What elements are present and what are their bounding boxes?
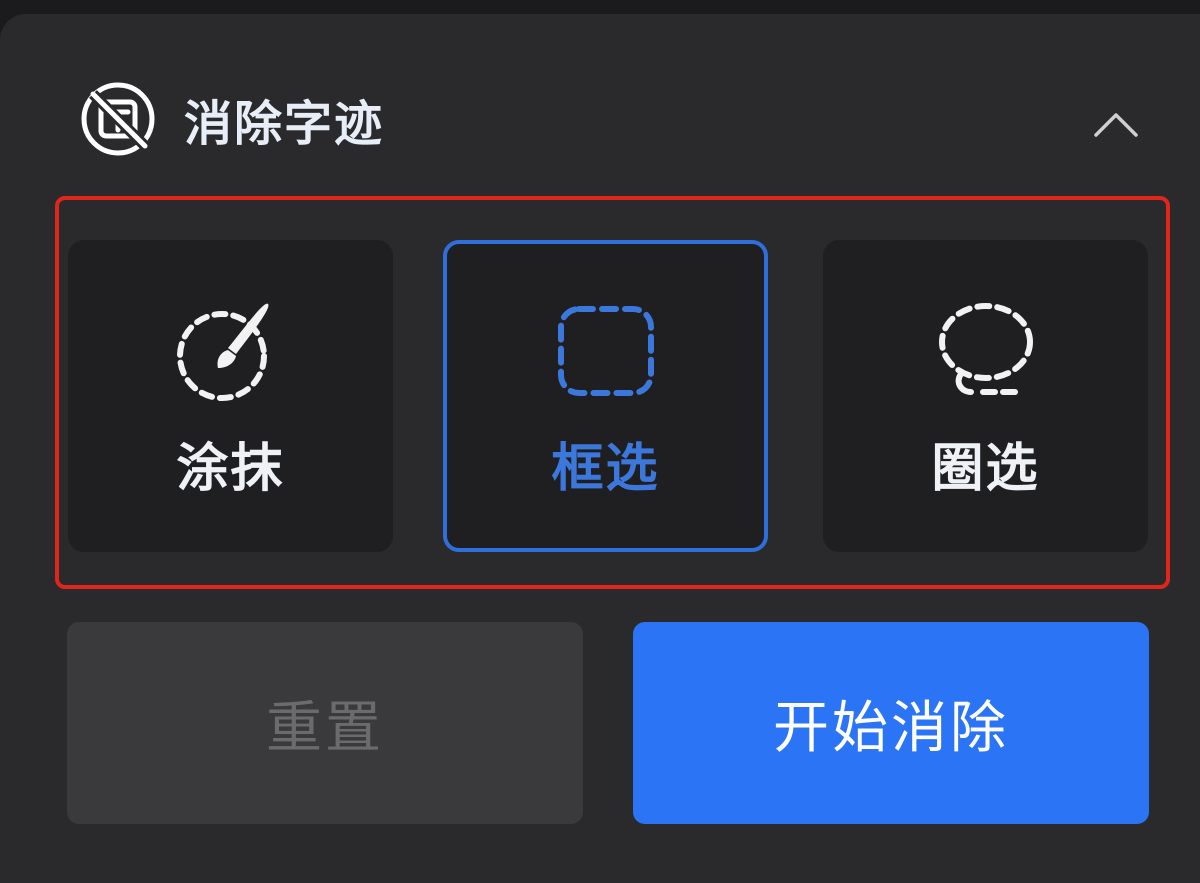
section-header: 消除字迹: [78, 74, 384, 164]
mode-label-box-select: 框选: [551, 439, 660, 499]
lasso-icon: [823, 298, 1148, 404]
mode-label-lasso: 圈选: [931, 439, 1040, 499]
collapse-button[interactable]: [1088, 96, 1144, 152]
brush-smear-icon: [68, 298, 393, 404]
mode-card-smear[interactable]: 涂抹: [68, 240, 393, 552]
mode-card-lasso[interactable]: 圈选: [823, 240, 1148, 552]
mode-card-box-select[interactable]: 框选: [443, 240, 768, 552]
text-erase-icon: [78, 79, 158, 159]
dashed-rectangle-icon: [447, 298, 764, 404]
start-erase-button[interactable]: 开始消除: [633, 622, 1149, 824]
section-title: 消除字迹: [184, 96, 385, 152]
mode-label-smear: 涂抹: [176, 439, 285, 499]
reset-button[interactable]: 重置: [67, 622, 583, 824]
chevron-up-icon: [1094, 113, 1138, 137]
